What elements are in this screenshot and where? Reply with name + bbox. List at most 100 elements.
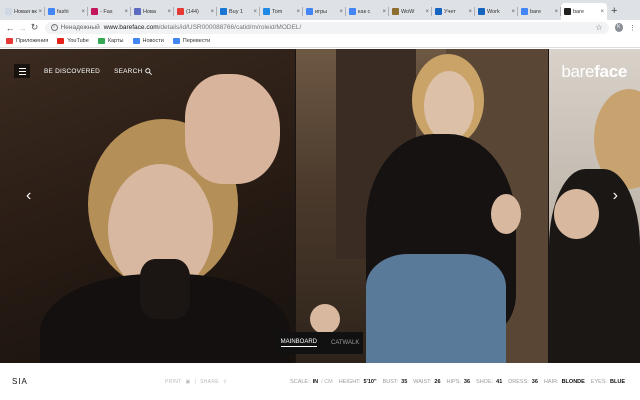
- nav-be-discovered[interactable]: BE DISCOVERED: [44, 68, 100, 75]
- measure-label: DRESS:: [508, 378, 529, 385]
- nav-search[interactable]: SEARCH: [114, 67, 153, 75]
- tab-favicon-icon: [220, 8, 227, 15]
- browser-tab[interactable]: - Fas ×: [88, 3, 131, 20]
- bookmark-label: Перевести: [182, 38, 211, 44]
- bookmark-icon: [57, 38, 65, 44]
- search-icon: [145, 67, 153, 75]
- tab-close-icon[interactable]: ×: [511, 9, 515, 15]
- tab-favicon-icon: [48, 8, 55, 15]
- model-photo-1: [0, 49, 295, 363]
- tab-favicon-icon: [521, 8, 528, 15]
- tab-favicon-icon: [5, 8, 12, 15]
- address-bar[interactable]: i Ненадежный www.bareface.com /details/i…: [44, 21, 609, 34]
- board-switch: MAINBOARD CATWALK: [277, 332, 363, 354]
- tab-label: fashi: [57, 8, 69, 15]
- measure-value: BLONDE: [561, 378, 585, 385]
- tab-close-icon[interactable]: ×: [425, 9, 429, 15]
- tab-close-icon[interactable]: ×: [382, 9, 386, 15]
- bookmark-item[interactable]: Новости: [132, 38, 164, 44]
- tab-close-icon[interactable]: ×: [38, 9, 42, 15]
- model-photo-3: [549, 49, 640, 363]
- tab-close-icon[interactable]: ×: [210, 9, 214, 15]
- browser-tab[interactable]: игры ×: [303, 3, 346, 20]
- hamburger-menu-icon[interactable]: [14, 64, 30, 78]
- new-tab-button[interactable]: +: [611, 3, 617, 20]
- measure-value: 36: [531, 378, 538, 385]
- model-photo-2: [296, 49, 548, 363]
- scale-cm-toggle[interactable]: / CM: [321, 379, 333, 385]
- browser-tab[interactable]: как с ×: [346, 3, 389, 20]
- prev-photo-arrow-icon[interactable]: ‹: [26, 187, 31, 205]
- browser-tab[interactable]: bare ×: [518, 3, 561, 20]
- bookmark-icon: [172, 38, 180, 44]
- measurements: SCALE: IN / CM HEIGHT: 5'10" BUST: 35 WAIST:…: [290, 379, 628, 385]
- measure-label: BUST:: [382, 378, 399, 385]
- measure-label: HEIGHT:: [338, 378, 361, 385]
- photo-gallery: BE DISCOVERED SEARCH bareface ‹ › MAINBO…: [0, 49, 640, 363]
- page: BE DISCOVERED SEARCH bareface ‹ › MAINBO…: [0, 49, 640, 400]
- tab-close-icon[interactable]: ×: [124, 9, 128, 15]
- scale-in-toggle[interactable]: IN: [313, 379, 319, 385]
- bookmark-item[interactable]: YouTube: [57, 38, 89, 44]
- share-icon[interactable]: ⇪: [223, 379, 228, 385]
- bookmark-label: YouTube: [67, 38, 89, 44]
- nav-search-label: SEARCH: [114, 67, 143, 75]
- browser-tab[interactable]: Учет ×: [432, 3, 475, 20]
- browser-tab[interactable]: WoW ×: [389, 3, 432, 20]
- profile-avatar[interactable]: K: [614, 23, 623, 32]
- tab-favicon-icon: [134, 8, 141, 15]
- browser-tab[interactable]: Tom ×: [260, 3, 303, 20]
- tab-label: Work: [487, 8, 500, 15]
- browser-menu-icon[interactable]: ⋮: [629, 24, 636, 32]
- tab-favicon-icon: [392, 8, 399, 15]
- measure-label: HIPS:: [446, 378, 461, 385]
- tab-favicon-icon: [478, 8, 485, 15]
- browser-tab[interactable]: Buy 1 ×: [217, 3, 260, 20]
- tab-label: Buy 1: [229, 8, 244, 15]
- reload-icon[interactable]: ↻: [28, 22, 40, 33]
- logo-bold-part: face: [594, 62, 627, 81]
- info-icon[interactable]: i: [50, 24, 58, 31]
- tab-close-icon[interactable]: ×: [468, 9, 472, 15]
- bookmarks-bar: Приложения YouTube Карты Новости Перевести: [0, 35, 640, 48]
- tab-catwalk[interactable]: CATWALK: [331, 340, 359, 346]
- print-button[interactable]: PRINT: [165, 379, 182, 385]
- print-icon[interactable]: ▣: [186, 379, 191, 385]
- bookmark-item[interactable]: Карты: [97, 38, 124, 44]
- bookmark-item[interactable]: Приложения: [6, 38, 48, 44]
- scale-label: SCALE:: [290, 378, 310, 385]
- tab-label: WoW: [401, 8, 415, 15]
- browser-tab[interactable]: Нова ×: [131, 3, 174, 20]
- browser-tab[interactable]: (144) ×: [174, 3, 217, 20]
- site-header: BE DISCOVERED SEARCH: [14, 64, 153, 78]
- share-block: PRINT ▣ | SHARE ⇪: [165, 379, 227, 385]
- back-icon[interactable]: ←: [4, 23, 16, 33]
- tab-label: Учет: [444, 8, 456, 15]
- bareface-logo[interactable]: bareface: [561, 62, 627, 82]
- measure-value: BLUE: [610, 378, 625, 385]
- tab-close-icon[interactable]: ×: [339, 9, 343, 15]
- browser-tab[interactable]: fashi ×: [45, 3, 88, 20]
- tab-mainboard[interactable]: MAINBOARD: [280, 339, 317, 347]
- tab-close-icon[interactable]: ×: [600, 9, 604, 15]
- tab-close-icon[interactable]: ×: [296, 9, 300, 15]
- url-path: /details/id/USR000088766/catid/m/roleid/…: [158, 24, 302, 31]
- measure-value: 41: [496, 378, 503, 385]
- tab-close-icon[interactable]: ×: [253, 9, 257, 15]
- browser-tab-bar: Новая вкл × fashi × - Fas × Нова × (144) × Buy 1 × T…: [0, 0, 640, 20]
- tab-close-icon[interactable]: ×: [167, 9, 171, 15]
- measure-value: 36: [463, 378, 471, 385]
- forward-icon[interactable]: →: [16, 23, 28, 33]
- tab-close-icon[interactable]: ×: [554, 9, 558, 15]
- share-button[interactable]: SHARE: [200, 379, 219, 385]
- browser-tab[interactable]: Work ×: [475, 3, 518, 20]
- browser-tab[interactable]: bare ×: [561, 3, 607, 20]
- tab-favicon-icon: [91, 8, 98, 15]
- bookmark-item[interactable]: Перевести: [172, 38, 211, 44]
- divider: |: [194, 378, 197, 385]
- browser-tab[interactable]: Новая вкл ×: [2, 3, 45, 20]
- url-host: www.bareface.com: [103, 24, 159, 31]
- bookmark-star-icon[interactable]: ☆: [595, 23, 602, 32]
- next-photo-arrow-icon[interactable]: ›: [613, 187, 618, 205]
- tab-close-icon[interactable]: ×: [81, 9, 85, 15]
